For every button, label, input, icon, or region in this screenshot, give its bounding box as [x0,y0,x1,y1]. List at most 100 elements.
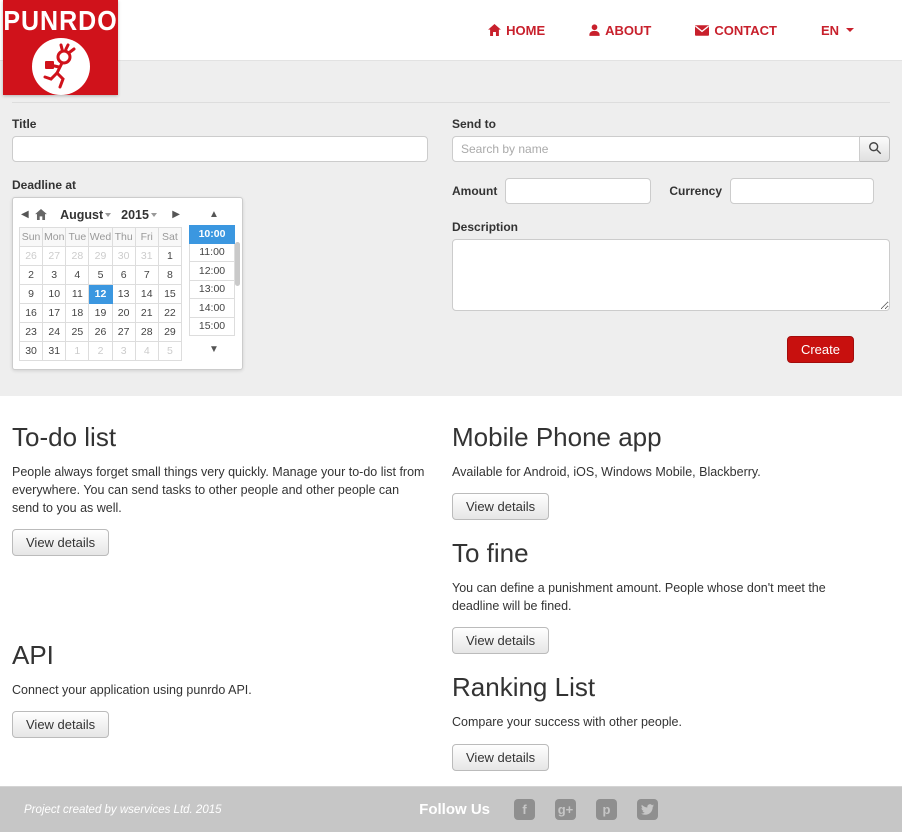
caret-down-icon [846,28,854,32]
feature-text: People always forget small things very q… [12,463,428,517]
features-left-column: To-do list People always forget small th… [12,412,428,789]
calendar-day[interactable]: 27 [43,247,66,266]
calendar-day[interactable]: 24 [43,323,66,342]
calendar-day[interactable]: 5 [89,266,112,285]
calendar-day[interactable]: 2 [20,266,43,285]
calendar-day[interactable]: 1 [158,247,181,266]
calendar-day[interactable]: 29 [158,323,181,342]
calendar-day[interactable]: 11 [66,285,89,304]
nav-item-about[interactable]: ABOUT [589,23,651,38]
envelope-icon [695,25,709,36]
calendar-day[interactable]: 4 [66,266,89,285]
calendar-grid: SunMonTueWedThuFriSat 262728293031123456… [19,227,182,361]
calendar-day[interactable]: 13 [112,285,135,304]
day-of-week-header: Thu [112,228,135,247]
calendar-day[interactable]: 2 [89,342,112,361]
calendar-day[interactable]: 10 [43,285,66,304]
calendar-day[interactable]: 18 [66,304,89,323]
calendar-day[interactable]: 7 [135,266,158,285]
currency-input[interactable] [730,178,874,204]
calendar-day[interactable]: 1 [66,342,89,361]
calendar-day[interactable]: 8 [158,266,181,285]
calendar-day[interactable]: 6 [112,266,135,285]
calendar-day[interactable]: 3 [112,342,135,361]
home-icon [488,24,501,36]
time-slot[interactable]: 15:00 [189,318,235,337]
feature-to-fine: To fine You can define a punishment amou… [452,538,890,654]
calendar-day[interactable]: 20 [112,304,135,323]
calendar-day[interactable]: 9 [20,285,43,304]
view-details-button[interactable]: View details [452,744,549,771]
calendar-day[interactable]: 25 [66,323,89,342]
nav-item-label: ABOUT [605,23,651,38]
view-details-button[interactable]: View details [452,493,549,520]
time-slot[interactable]: 11:00 [189,244,235,263]
create-todo-section: Create to-do Title Deadline at ◀ August [0,60,902,396]
calendar-day[interactable]: 21 [135,304,158,323]
calendar-day[interactable]: 26 [20,247,43,266]
calendar-day[interactable]: 5 [158,342,181,361]
prev-month-icon[interactable]: ◀ [19,210,31,220]
time-scroll-down-icon[interactable]: ▼ [189,339,239,360]
calendar-day[interactable]: 19 [89,304,112,323]
time-slot[interactable]: 13:00 [189,281,235,300]
description-label: Description [452,220,890,234]
day-of-week-header: Fri [135,228,158,247]
feature-text: Available for Android, iOS, Windows Mobi… [452,463,872,481]
search-button[interactable] [860,136,890,162]
description-textarea[interactable] [452,239,890,311]
calendar-day[interactable]: 12 [89,285,112,304]
calendar-day[interactable]: 28 [135,323,158,342]
nav-item-home[interactable]: HOME [488,23,545,38]
time-slot[interactable]: 14:00 [189,299,235,318]
calendar-day[interactable]: 16 [20,304,43,323]
time-slot[interactable]: 12:00 [189,262,235,281]
nav-item-label: CONTACT [714,23,777,38]
footer-credit: Project created by wservices Ltd. 2015 [24,804,419,816]
time-scrollbar[interactable] [235,242,240,286]
calendar-day[interactable]: 30 [112,247,135,266]
feature-api: API Connect your application using punrd… [12,640,428,738]
feature-text: Compare your success with other people. [452,713,872,731]
facebook-icon[interactable]: f [514,799,535,820]
brand-logo[interactable]: PUNRDO [3,0,118,95]
view-details-button[interactable]: View details [12,711,109,738]
calendar-day[interactable]: 23 [20,323,43,342]
view-details-button[interactable]: View details [12,529,109,556]
calendar-day[interactable]: 22 [158,304,181,323]
calendar-day[interactable]: 15 [158,285,181,304]
page-title: Create to-do [12,61,890,103]
calendar-day[interactable]: 17 [43,304,66,323]
calendar-day[interactable]: 3 [43,266,66,285]
twitter-icon[interactable] [637,799,658,820]
next-month-icon[interactable]: ▶ [170,210,182,220]
day-of-week-header: Sat [158,228,181,247]
calendar-day[interactable]: 14 [135,285,158,304]
calendar-day[interactable]: 29 [89,247,112,266]
nav-item-contact[interactable]: CONTACT [695,23,777,38]
pinterest-icon[interactable]: p [596,799,617,820]
calendar-day[interactable]: 31 [43,342,66,361]
amount-input[interactable] [505,178,651,204]
day-of-week-header: Sun [20,228,43,247]
calendar-home-icon[interactable] [35,209,47,220]
title-input[interactable] [12,136,428,162]
calendar-day[interactable]: 28 [66,247,89,266]
nav-item-language[interactable]: EN [821,23,854,38]
calendar-day[interactable]: 30 [20,342,43,361]
create-button[interactable]: Create [787,336,854,363]
google-plus-icon[interactable]: g+ [555,799,576,820]
search-input[interactable] [452,136,860,162]
feature-title: Ranking List [452,672,890,703]
view-details-button[interactable]: View details [452,627,549,654]
amount-label: Amount [452,184,497,198]
year-select[interactable]: 2015 [121,208,157,222]
calendar-day[interactable]: 31 [135,247,158,266]
calendar-day[interactable]: 27 [112,323,135,342]
month-select[interactable]: August [60,208,111,222]
day-of-week-header: Tue [66,228,89,247]
calendar-day[interactable]: 4 [135,342,158,361]
time-slot[interactable]: 10:00 [189,225,235,244]
calendar-day[interactable]: 26 [89,323,112,342]
time-scroll-up-icon[interactable]: ▲ [189,204,239,225]
